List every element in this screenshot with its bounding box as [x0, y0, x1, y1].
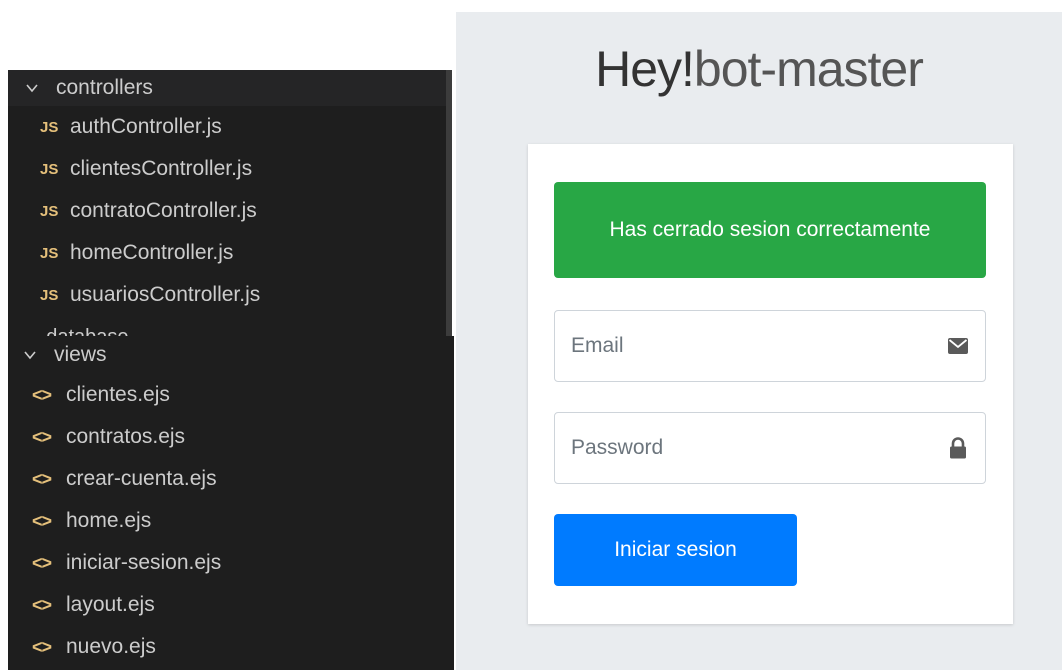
email-input-group: [554, 310, 986, 382]
file-label: nuevo.ejs: [66, 635, 156, 658]
js-file-icon: JS: [40, 118, 59, 136]
folder-label: controllers: [56, 76, 153, 99]
file-item-authcontroller[interactable]: JS authController.js: [8, 106, 452, 148]
file-item-nuevo-ejs[interactable]: <> nuevo.ejs: [8, 626, 454, 668]
file-item-crear-cuenta-ejs[interactable]: <> crear-cuenta.ejs: [8, 458, 454, 500]
ejs-file-icon: <>: [32, 510, 52, 531]
file-label: contratos.ejs: [66, 425, 186, 448]
ejs-file-icon: <>: [32, 552, 52, 573]
file-item-contratos-ejs[interactable]: <> contratos.ejs: [8, 416, 454, 458]
file-item-iniciar-sesion-ejs[interactable]: <> iniciar-sesion.ejs: [8, 542, 454, 584]
brand-strong: Hey!: [595, 41, 695, 97]
file-item-layout-ejs[interactable]: <> layout.ejs: [8, 584, 454, 626]
file-label: iniciar-sesion.ejs: [66, 551, 222, 574]
js-file-icon: JS: [40, 286, 59, 304]
login-card: Has cerrado sesion correctamente Iniciar…: [528, 144, 1013, 624]
file-label: layout.ejs: [66, 593, 155, 616]
alert-text: Has cerrado sesion correctamente: [609, 218, 931, 241]
brand-logo[interactable]: Hey!bot-master: [456, 40, 1062, 98]
ejs-file-icon: <>: [32, 636, 52, 657]
explorer-scrollbar[interactable]: [446, 70, 452, 336]
file-label: usuariosController.js: [70, 283, 261, 306]
file-label: clientes.ejs: [66, 383, 170, 406]
lock-icon: [931, 437, 985, 459]
ejs-file-icon: <>: [32, 426, 52, 447]
js-file-icon: JS: [40, 244, 59, 262]
file-label: home.ejs: [66, 509, 152, 532]
login-page: Hey!bot-master Has cerrado sesion correc…: [456, 12, 1062, 670]
file-item-contratocontroller[interactable]: JS contratoController.js: [8, 190, 452, 232]
login-submit-button[interactable]: Iniciar sesion: [554, 514, 797, 586]
folder-label: views: [54, 343, 107, 366]
folder-views[interactable]: views: [8, 336, 454, 374]
ejs-file-icon: <>: [32, 384, 52, 405]
file-label: homeController.js: [70, 241, 234, 264]
file-item-clientescontroller[interactable]: JS clientesController.js: [8, 148, 452, 190]
file-label: clientesController.js: [70, 157, 253, 180]
envelope-icon: [931, 338, 985, 354]
brand-light: bot-master: [693, 41, 924, 97]
js-file-icon: JS: [40, 160, 59, 178]
password-input[interactable]: [555, 413, 931, 483]
password-input-group: [554, 412, 986, 484]
file-item-usuarioscontroller[interactable]: JS usuariosController.js: [8, 274, 452, 316]
chevron-down-icon: [24, 80, 40, 96]
file-label: crear-cuenta.ejs: [66, 467, 217, 490]
file-item-clientes-ejs[interactable]: <> clientes.ejs: [8, 374, 454, 416]
folder-database-cut[interactable]: › database: [24, 326, 129, 336]
folder-label: database: [46, 326, 128, 336]
chevron-down-icon: [22, 347, 38, 363]
ejs-file-icon: <>: [32, 594, 52, 615]
folder-controllers[interactable]: controllers: [8, 70, 452, 106]
file-label: authController.js: [70, 115, 222, 138]
file-item-homecontroller[interactable]: JS homeController.js: [8, 232, 452, 274]
js-file-icon: JS: [40, 202, 59, 220]
explorer-controllers-panel: controllers JS authController.js JS clie…: [8, 70, 452, 336]
explorer-views-panel: views <> clientes.ejs <> contratos.ejs <…: [8, 336, 454, 670]
success-alert: Has cerrado sesion correctamente: [554, 182, 986, 278]
ejs-file-icon: <>: [32, 468, 52, 489]
file-label: contratoController.js: [70, 199, 257, 222]
email-input[interactable]: [555, 311, 931, 381]
file-item-home-ejs[interactable]: <> home.ejs: [8, 500, 454, 542]
